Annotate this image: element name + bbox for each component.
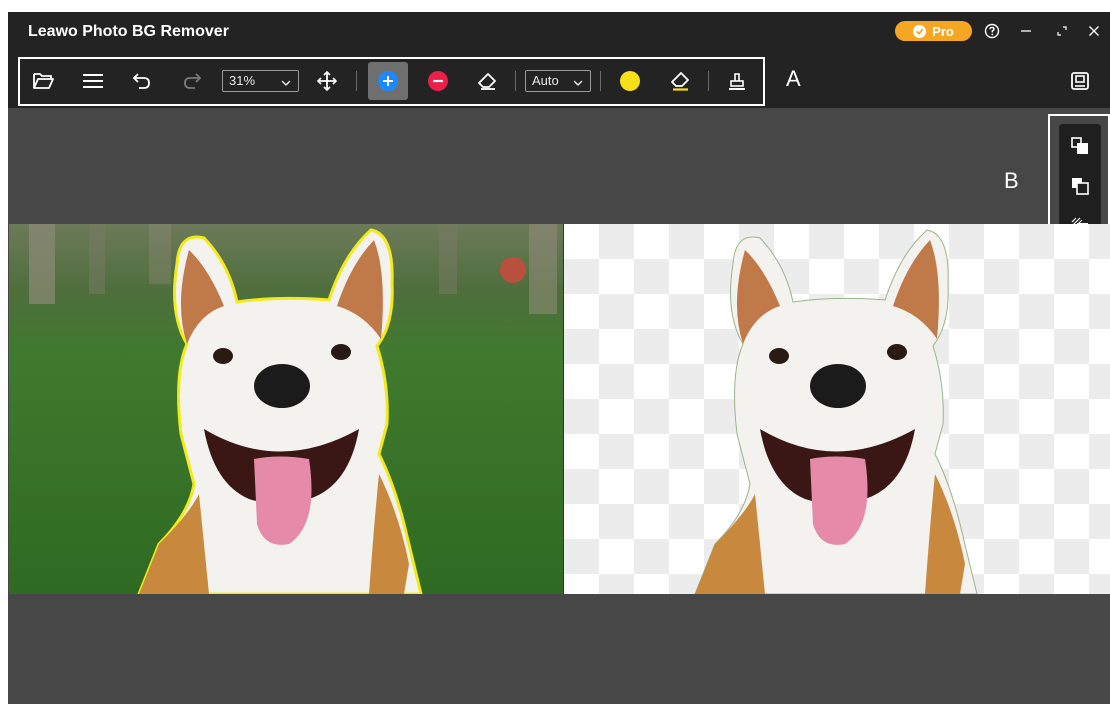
minimize-icon[interactable] [1015, 20, 1037, 42]
close-icon[interactable] [1083, 20, 1105, 42]
eraser-icon[interactable] [667, 68, 693, 94]
app-window: Leawo Photo BG Remover Pro 31% Auto A B [8, 12, 1110, 704]
original-image[interactable] [9, 224, 563, 594]
toolbar: 31% Auto A [8, 54, 1110, 108]
mode-select[interactable]: Auto [525, 70, 591, 92]
remove-brush-icon[interactable] [425, 68, 451, 94]
folder-open-icon[interactable] [30, 68, 56, 94]
color-dot-icon[interactable] [617, 68, 643, 94]
undo-icon[interactable] [129, 68, 155, 94]
menu-icon[interactable] [80, 68, 106, 94]
result-image[interactable] [564, 224, 1110, 594]
toolbar-divider [600, 71, 601, 91]
add-brush-icon [378, 71, 398, 91]
move-icon[interactable] [314, 68, 340, 94]
annotation-b: B [1004, 168, 1019, 193]
view-front-icon[interactable] [1070, 136, 1090, 156]
view-back-icon[interactable] [1070, 176, 1090, 196]
help-icon[interactable] [981, 20, 1003, 42]
pro-button[interactable]: Pro [895, 21, 972, 41]
app-title: Leawo Photo BG Remover [28, 23, 229, 40]
redo-icon[interactable] [179, 68, 205, 94]
eraser-icon[interactable] [474, 68, 500, 94]
toolbar-divider [515, 71, 516, 91]
chevron-down-icon [572, 75, 584, 95]
stamp-icon[interactable] [724, 68, 750, 94]
zoom-select[interactable]: 31% [222, 70, 299, 92]
add-brush-button[interactable] [368, 62, 408, 100]
mode-value: Auto [532, 73, 559, 88]
chevron-down-icon [280, 75, 292, 95]
pro-icon [913, 24, 927, 38]
toolbar-divider [708, 71, 709, 91]
toolbar-divider [356, 71, 357, 91]
save-icon[interactable] [1067, 68, 1093, 94]
maximize-icon[interactable] [1051, 20, 1073, 42]
title-bar: Leawo Photo BG Remover Pro [8, 12, 1110, 54]
annotation-a: A [786, 66, 801, 91]
zoom-value: 31% [229, 73, 256, 88]
pro-label: Pro [932, 23, 954, 39]
